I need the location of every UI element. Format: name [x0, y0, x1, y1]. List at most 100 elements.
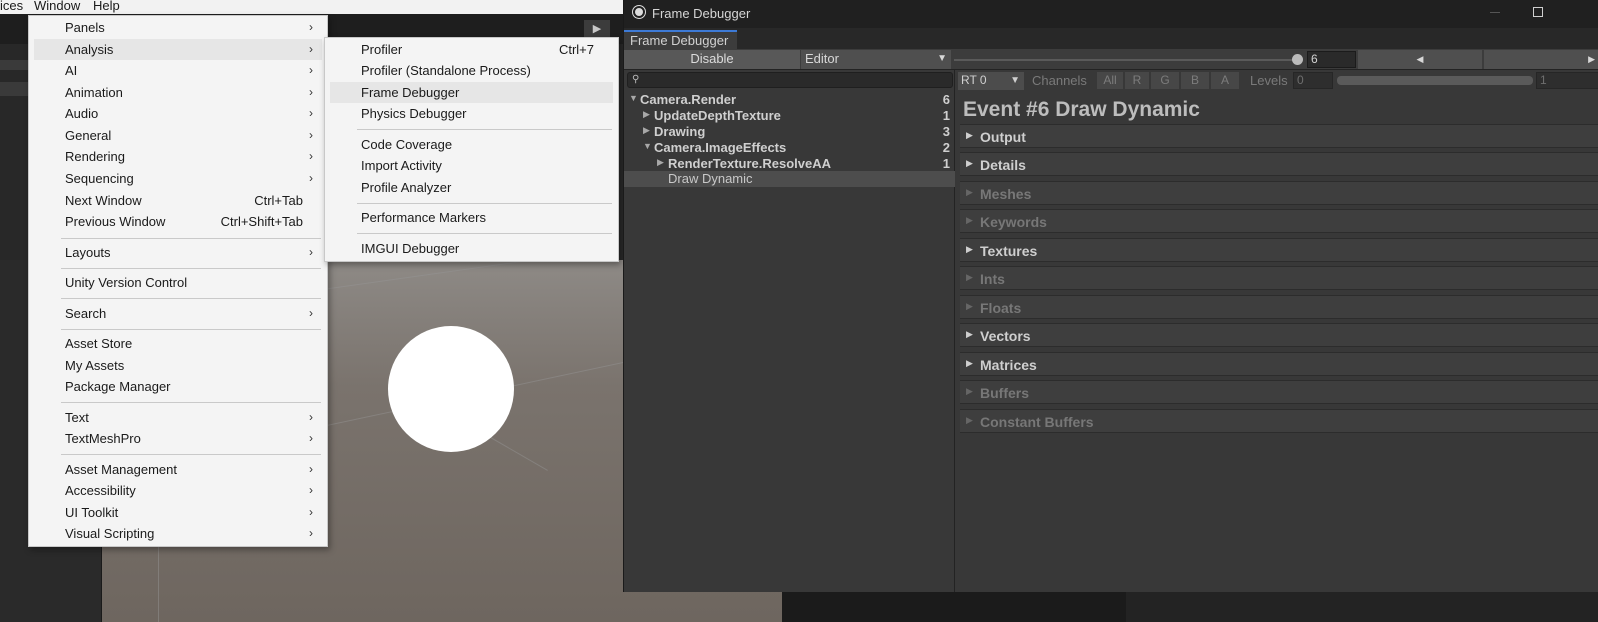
chevron-right-icon: ›	[309, 85, 313, 99]
next-event-button[interactable]: ▶	[1484, 50, 1598, 69]
arrow-left-icon: ◀	[1416, 54, 1424, 64]
chevron-right-icon: ›	[309, 526, 313, 540]
channel-r-button[interactable]: R	[1125, 72, 1149, 89]
menu-item-audio[interactable]: Audio ›	[34, 103, 322, 124]
menu-item-performance-markers[interactable]: Performance Markers	[330, 207, 613, 228]
menu-item-layouts[interactable]: Layouts ›	[34, 242, 322, 263]
menu-item-import-activity[interactable]: Import Activity	[330, 155, 613, 176]
menu-help[interactable]: Help	[93, 0, 120, 13]
section-floats[interactable]: ▶ Floats	[960, 295, 1598, 319]
disable-button[interactable]: Disable	[624, 50, 800, 69]
target-dropdown[interactable]: Editor ▼	[801, 50, 951, 69]
tree-item[interactable]: ▼ Camera.Render 6	[624, 92, 955, 108]
menu-item-animation[interactable]: Animation ›	[34, 82, 322, 103]
menu-separator	[357, 203, 612, 204]
tree-item[interactable]: ▶ RenderTexture.ResolveAA 1	[624, 156, 955, 172]
section-keywords[interactable]: ▶ Keywords	[960, 209, 1598, 233]
event-slider-track[interactable]	[954, 59, 1298, 61]
section-constant-buffers[interactable]: ▶ Constant Buffers	[960, 409, 1598, 433]
menu-item-rendering[interactable]: Rendering ›	[34, 146, 322, 167]
event-index-field[interactable]: 6	[1307, 51, 1356, 68]
menu-item-analysis[interactable]: Analysis ›	[34, 39, 322, 60]
chevron-right-icon: ›	[309, 431, 313, 445]
menu-item-imgui-debugger[interactable]: IMGUI Debugger	[330, 238, 613, 259]
expanded-arrow-icon[interactable]: ▼	[629, 93, 638, 103]
menu-item-previous-window[interactable]: Previous Window Ctrl+Shift+Tab	[34, 211, 322, 232]
maximize-icon[interactable]	[1533, 7, 1543, 17]
levels-min-field[interactable]: 0	[1293, 72, 1333, 89]
menu-item-panels[interactable]: Panels ›	[34, 17, 322, 38]
chevron-right-icon: ›	[309, 171, 313, 185]
menu-item-profiler[interactable]: Profiler Ctrl+7	[330, 39, 613, 60]
render-target-dropdown[interactable]: RT 0 ▼	[958, 72, 1024, 90]
channel-b-button[interactable]: B	[1181, 72, 1209, 89]
previous-event-button[interactable]: ◀	[1358, 50, 1482, 69]
collapsed-arrow-icon: ▶	[966, 244, 973, 254]
chevron-right-icon: ›	[309, 410, 313, 424]
collapsed-arrow-icon: ▶	[966, 130, 973, 140]
tree-item[interactable]: ▶ UpdateDepthTexture 1	[624, 108, 955, 124]
menu-item-text[interactable]: Text ›	[34, 407, 322, 428]
section-textures[interactable]: ▶ Textures	[960, 238, 1598, 262]
levels-range-slider[interactable]	[1337, 76, 1533, 85]
menu-item-ai[interactable]: AI ›	[34, 60, 322, 81]
window-title-bar[interactable]: Frame Debugger	[624, 0, 1598, 28]
channel-all-button[interactable]: All	[1097, 72, 1123, 89]
menu-separator	[61, 454, 321, 455]
menu-window[interactable]: Window	[34, 0, 80, 13]
sphere-object[interactable]	[388, 326, 514, 452]
menu-item-physics-debugger[interactable]: Physics Debugger	[330, 103, 613, 124]
search-input[interactable]: ⚲	[627, 72, 953, 88]
section-output[interactable]: ▶ Output	[960, 124, 1598, 148]
menu-item-textmeshpro[interactable]: TextMeshPro ›	[34, 428, 322, 449]
menu-item-code-coverage[interactable]: Code Coverage	[330, 134, 613, 155]
expanded-arrow-icon[interactable]: ▼	[643, 141, 652, 151]
minimize-icon[interactable]	[1490, 12, 1500, 13]
menu-item-frame-debugger[interactable]: Frame Debugger	[330, 82, 613, 103]
menu-item-package-manager[interactable]: Package Manager	[34, 376, 322, 397]
chevron-right-icon: ›	[309, 20, 313, 34]
event-details-panel: RT 0 ▼ Channels All R G B A Levels 0 1 Ev…	[956, 70, 1598, 592]
collapsed-arrow-icon[interactable]: ▶	[643, 125, 650, 136]
menu-bar: ices Window Help	[0, 0, 625, 14]
section-vectors[interactable]: ▶ Vectors	[960, 323, 1598, 347]
tab-frame-debugger[interactable]: Frame Debugger	[624, 30, 737, 49]
collapsed-arrow-icon[interactable]: ▶	[657, 157, 664, 168]
menu-item-search[interactable]: Search ›	[34, 303, 322, 324]
channel-g-button[interactable]: G	[1151, 72, 1179, 89]
tree-item[interactable]: ▶ Drawing 3	[624, 124, 955, 140]
menu-item-visual-scripting[interactable]: Visual Scripting ›	[34, 523, 322, 544]
menu-item-profile-analyzer[interactable]: Profile Analyzer	[330, 177, 613, 198]
window-menu: Panels › Analysis › AI › Animation › Audio › …	[28, 15, 328, 547]
menu-item-asset-management[interactable]: Asset Management ›	[34, 459, 322, 480]
section-meshes[interactable]: ▶ Meshes	[960, 181, 1598, 205]
menu-item-next-window[interactable]: Next Window Ctrl+Tab	[34, 190, 322, 211]
menu-item-accessibility[interactable]: Accessibility ›	[34, 480, 322, 501]
menu-item-profiler-standalone[interactable]: Profiler (Standalone Process)	[330, 60, 613, 81]
menu-item-sequencing[interactable]: Sequencing ›	[34, 168, 322, 189]
section-matrices[interactable]: ▶ Matrices	[960, 352, 1598, 376]
event-slider-handle[interactable]	[1292, 54, 1303, 65]
section-details[interactable]: ▶ Details	[960, 152, 1598, 176]
collapsed-arrow-icon: ▶	[966, 415, 973, 425]
channel-a-button[interactable]: A	[1211, 72, 1239, 89]
menu-separator	[61, 238, 321, 239]
menu-item-ui-toolkit[interactable]: UI Toolkit ›	[34, 502, 322, 523]
section-ints[interactable]: ▶ Ints	[960, 266, 1598, 290]
collapsed-arrow-icon[interactable]: ▶	[643, 109, 650, 120]
menu-item-asset-store[interactable]: Asset Store	[34, 333, 322, 354]
play-button[interactable]: ▶	[584, 20, 610, 38]
menu-item-general[interactable]: General ›	[34, 125, 322, 146]
menu-services[interactable]: ices	[0, 0, 23, 13]
target-label: Editor	[805, 51, 839, 66]
chevron-right-icon: ›	[309, 245, 313, 259]
menu-item-my-assets[interactable]: My Assets	[34, 355, 322, 376]
analysis-submenu: Profiler Ctrl+7 Profiler (Standalone Proc…	[324, 37, 619, 262]
levels-max-field[interactable]: 1	[1536, 72, 1598, 89]
collapsed-arrow-icon: ▶	[966, 215, 973, 225]
chevron-right-icon: ›	[309, 149, 313, 163]
tree-item[interactable]: ▼ Camera.ImageEffects 2	[624, 140, 955, 156]
tree-item-selected[interactable]: Draw Dynamic	[624, 171, 955, 187]
menu-item-unity-version-control[interactable]: Unity Version Control	[34, 272, 322, 293]
section-buffers[interactable]: ▶ Buffers	[960, 380, 1598, 404]
